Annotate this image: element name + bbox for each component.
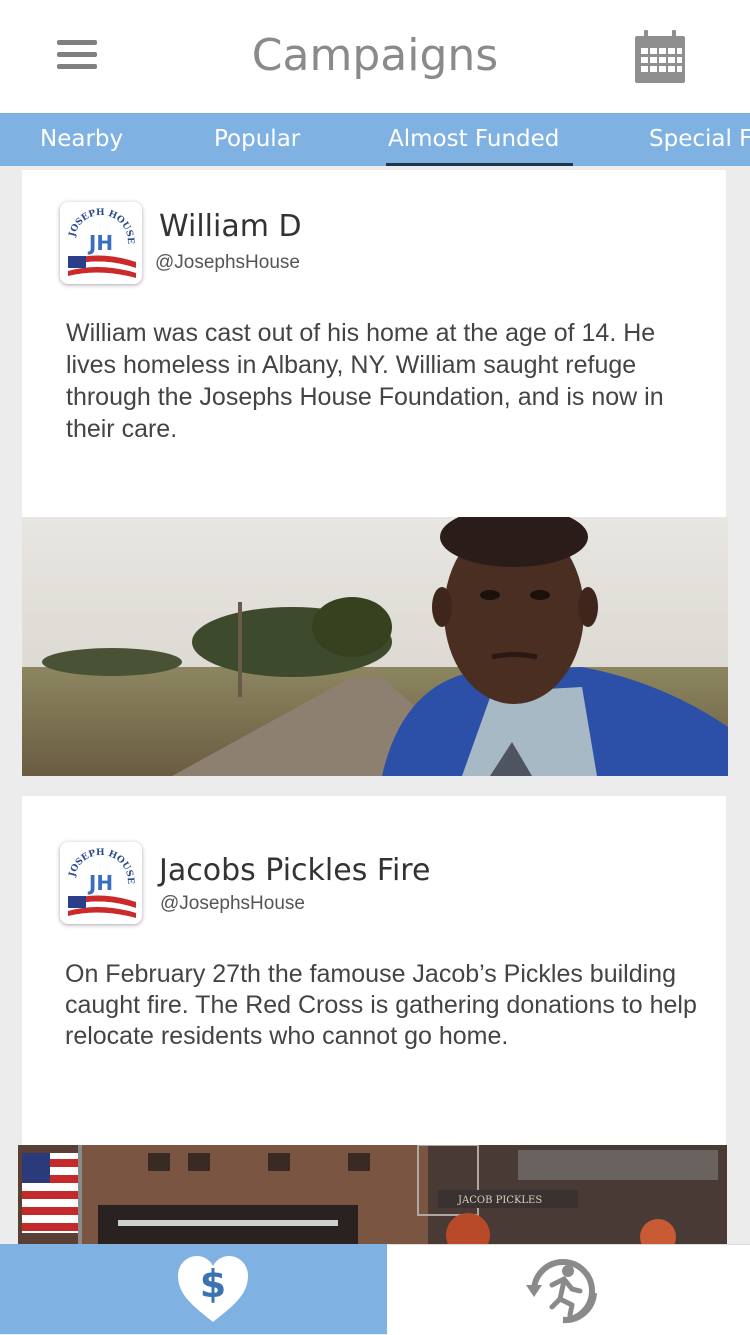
running-person-icon <box>526 1259 597 1324</box>
bottom-navigation: $ <box>0 1244 750 1335</box>
campaign-name: Jacobs Pickles Fire <box>159 853 431 888</box>
organization-logo: JOSEPH HOUSE JH <box>60 842 142 924</box>
campaign-card[interactable]: JOSEPH HOUSE JH William D @JosephsHouse … <box>22 170 728 776</box>
campaign-photo <box>22 517 728 776</box>
campaign-handle: @JosephsHouse <box>160 893 305 914</box>
tab-popular[interactable]: Popular <box>214 113 300 166</box>
campaign-card[interactable]: JOSEPH HOUSE JH Jacobs Pickles Fire @Jos… <box>18 796 727 1244</box>
category-tabs: Nearby Popular Almost Funded Special Fo <box>0 113 750 166</box>
activity-tab[interactable] <box>387 1244 750 1335</box>
campaign-description: William was cast out of his home at the … <box>66 319 664 443</box>
campaign-name: William D <box>159 209 302 244</box>
joseph-house-logo-icon: JOSEPH HOUSE JH <box>67 208 136 278</box>
joseph-house-logo-icon: JOSEPH HOUSE JH <box>67 848 136 918</box>
dollar-symbol: $ <box>199 1262 227 1306</box>
app-header: Campaigns <box>0 0 750 113</box>
campaign-photo: JACOB PICKLES <box>18 1145 727 1244</box>
calendar-icon[interactable] <box>634 30 686 84</box>
organization-logo: JOSEPH HOUSE JH <box>60 202 142 284</box>
tab-special[interactable]: Special Fo <box>649 113 750 166</box>
donate-tab[interactable]: $ <box>0 1244 387 1334</box>
svg-text:JACOB PICKLES: JACOB PICKLES <box>457 1195 542 1206</box>
svg-text:JH: JH <box>87 871 113 895</box>
campaign-handle: @JosephsHouse <box>155 252 300 273</box>
tab-nearby[interactable]: Nearby <box>40 113 123 166</box>
campaign-description: On February 27th the famouse Jacob’s Pic… <box>65 960 697 1050</box>
tab-almost-funded[interactable]: Almost Funded <box>385 113 574 166</box>
svg-text:JH: JH <box>87 231 113 255</box>
